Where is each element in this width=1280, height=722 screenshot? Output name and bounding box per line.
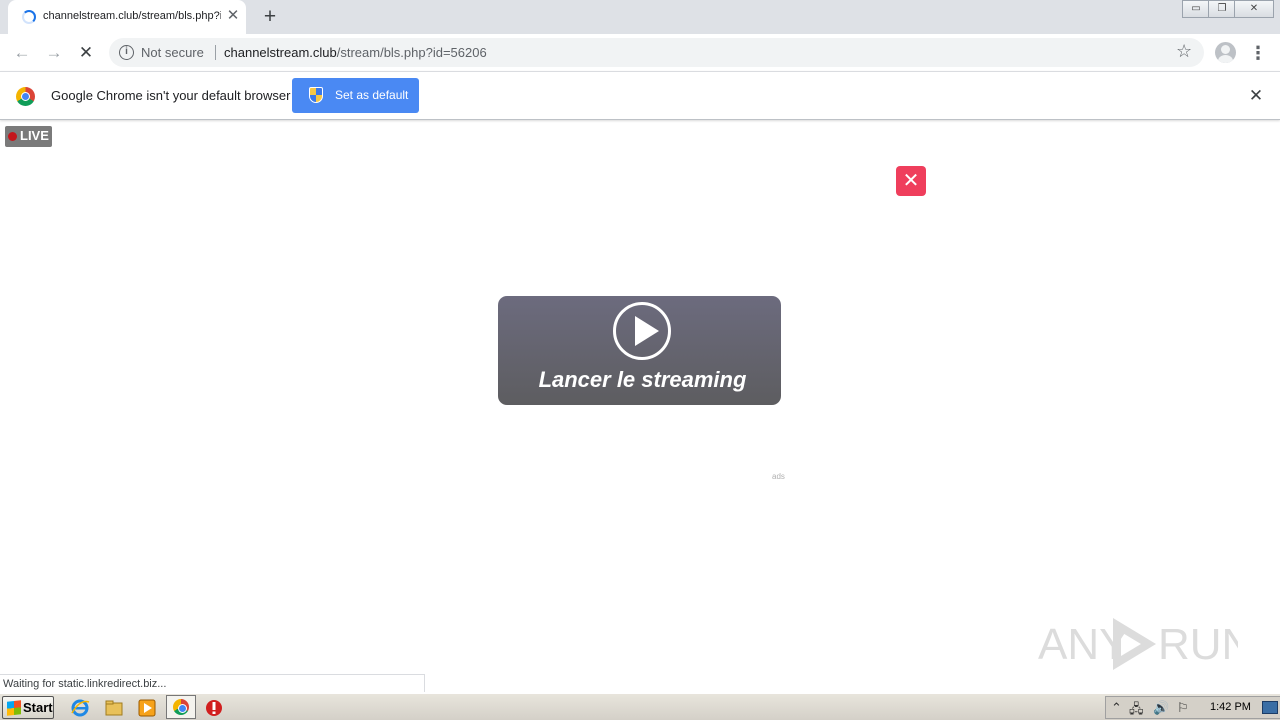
infobar-message: Google Chrome isn't your default browser bbox=[51, 88, 291, 103]
show-desktop-icon[interactable] bbox=[1262, 701, 1278, 714]
tray-expand-icon[interactable]: ⌃ bbox=[1111, 700, 1122, 716]
tab-active[interactable]: channelstream.club/stream/bls.php?id=562… bbox=[8, 0, 246, 34]
file-explorer-icon[interactable] bbox=[103, 697, 125, 719]
url-path: /stream/bls.php?id=56206 bbox=[336, 45, 487, 60]
status-bubble: Waiting for static.linkredirect.biz... bbox=[0, 674, 425, 692]
start-button[interactable]: Start bbox=[2, 696, 54, 719]
chrome-taskbar-icon bbox=[173, 699, 189, 715]
internet-explorer-icon[interactable] bbox=[69, 697, 91, 719]
browser-toolbar: ← → ✕ i Not secure channelstream.club/st… bbox=[0, 34, 1280, 71]
watermark-right-text: RUN bbox=[1158, 620, 1238, 669]
url-host: channelstream.club bbox=[224, 45, 337, 60]
chrome-taskbar-button[interactable] bbox=[166, 695, 196, 719]
play-icon bbox=[613, 302, 671, 360]
stop-sign-icon[interactable] bbox=[203, 697, 225, 719]
taskbar-clock[interactable]: 1:42 PM bbox=[1210, 701, 1251, 713]
media-player-icon[interactable] bbox=[136, 697, 158, 719]
windows-taskbar: Start ⌃ 🖧 🔊 ⚐ 1:42 PM bbox=[0, 693, 1280, 720]
url-text[interactable]: channelstream.club/stream/bls.php?id=562… bbox=[224, 45, 487, 60]
address-bar[interactable]: i Not secure channelstream.club/stream/b… bbox=[109, 38, 1204, 67]
volume-icon[interactable]: 🔊 bbox=[1153, 700, 1169, 716]
tab-close-icon[interactable]: ✕ bbox=[224, 7, 242, 25]
restore-button[interactable]: ❐ bbox=[1208, 0, 1236, 18]
chrome-logo-icon bbox=[16, 87, 35, 106]
default-browser-infobar: Google Chrome isn't your default browser… bbox=[0, 71, 1280, 120]
uac-shield-icon bbox=[309, 87, 323, 103]
live-badge: LIVE bbox=[5, 126, 52, 147]
action-center-flag-icon[interactable]: ⚐ bbox=[1177, 700, 1189, 716]
ads-label: ads bbox=[772, 472, 785, 481]
tab-title: channelstream.club/stream/bls.php?id=562… bbox=[43, 10, 221, 22]
network-icon[interactable]: 🖧 bbox=[1129, 700, 1144, 722]
close-overlay-button[interactable]: ✕ bbox=[896, 166, 926, 196]
live-label: LIVE bbox=[20, 128, 49, 143]
window-close-button[interactable]: ✕ bbox=[1234, 0, 1274, 18]
anyrun-watermark: ANY RUN bbox=[1038, 618, 1238, 670]
chrome-menu-icon[interactable]: ⋮ bbox=[1246, 40, 1270, 66]
set-as-default-label: Set as default bbox=[335, 88, 409, 102]
live-dot-icon bbox=[8, 132, 17, 141]
start-label: Start bbox=[23, 700, 53, 715]
stop-loading-button[interactable]: ✕ bbox=[73, 40, 99, 66]
tab-strip: channelstream.club/stream/bls.php?id=562… bbox=[0, 0, 1280, 34]
forward-button[interactable]: → bbox=[41, 40, 67, 66]
omnibox-divider bbox=[215, 45, 216, 60]
minimize-button[interactable]: ▭ bbox=[1182, 0, 1210, 18]
watermark-play-icon bbox=[1113, 618, 1156, 670]
set-as-default-button[interactable]: Set as default bbox=[292, 78, 419, 113]
loading-spinner-icon bbox=[22, 10, 36, 24]
security-label[interactable]: Not secure bbox=[141, 45, 204, 60]
info-icon[interactable]: i bbox=[119, 45, 134, 60]
windows-logo-icon bbox=[7, 700, 21, 716]
start-streaming-button[interactable]: Lancer le streaming bbox=[498, 296, 781, 405]
profile-avatar-icon[interactable] bbox=[1215, 42, 1236, 63]
infobar-close-icon[interactable]: ✕ bbox=[1245, 85, 1267, 107]
system-tray: ⌃ 🖧 🔊 ⚐ 1:42 PM bbox=[1105, 696, 1280, 719]
new-tab-button[interactable]: + bbox=[258, 5, 282, 29]
bookmark-star-icon[interactable]: ☆ bbox=[1176, 41, 1192, 62]
stream-button-label: Lancer le streaming bbox=[538, 367, 747, 392]
back-button[interactable]: ← bbox=[9, 40, 35, 66]
